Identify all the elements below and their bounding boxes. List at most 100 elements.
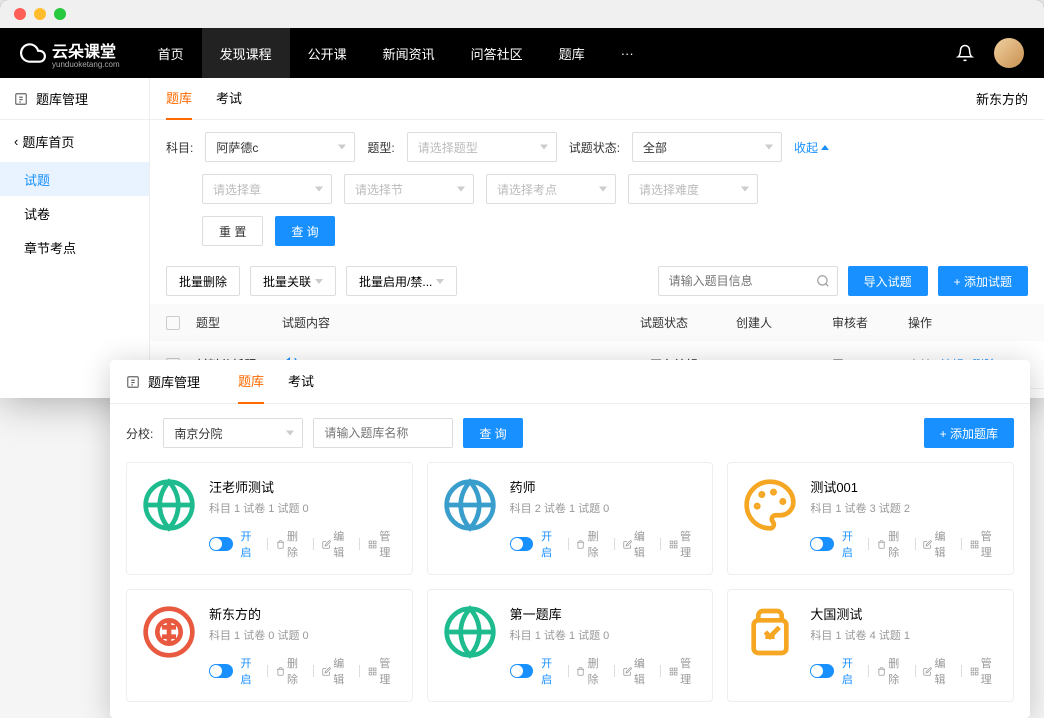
type-label: 题型: (367, 139, 394, 156)
toggle-label: 开启 (541, 655, 559, 687)
enable-toggle[interactable] (810, 664, 834, 678)
card-delete-link[interactable]: 删除 (877, 655, 906, 687)
section-select[interactable]: 请选择节 (344, 174, 474, 204)
type-select[interactable]: 请选择题型 (407, 132, 557, 162)
close-dot[interactable] (14, 8, 26, 20)
divider (614, 665, 615, 677)
card-icon (141, 604, 197, 660)
nav-qa[interactable]: 问答社区 (453, 28, 541, 78)
card-title: 第一题库 (510, 604, 699, 623)
bell-icon[interactable] (956, 44, 974, 62)
card-edit-link[interactable]: 编辑 (623, 528, 652, 560)
card-icon (742, 604, 798, 660)
card-manage-link[interactable]: 管理 (368, 528, 397, 560)
divider (660, 665, 661, 677)
card-edit-link[interactable]: 编辑 (923, 655, 952, 687)
chapter-select[interactable]: 请选择章 (202, 174, 332, 204)
card-edit-link[interactable]: 编辑 (322, 528, 351, 560)
divider (915, 538, 916, 550)
minimize-dot[interactable] (34, 8, 46, 20)
bank-search-input[interactable] (313, 418, 453, 448)
card-title: 药师 (510, 477, 699, 496)
chevron-down-icon (599, 187, 607, 192)
select-all-checkbox[interactable] (166, 316, 180, 330)
branch-select[interactable]: 南京分院 (163, 418, 303, 448)
chevron-down-icon (457, 187, 465, 192)
divider (660, 538, 661, 550)
divider (614, 538, 615, 550)
divider (313, 538, 314, 550)
chevron-down-icon (286, 431, 294, 436)
card-manage-link[interactable]: 管理 (368, 655, 397, 687)
tab-bank[interactable]: 题库 (166, 78, 192, 120)
point-select[interactable]: 请选择考点 (486, 174, 616, 204)
sidebar-item-questions[interactable]: 试题 (0, 162, 149, 196)
nav-question-bank[interactable]: 题库 (541, 28, 603, 78)
card-edit-link[interactable]: 编辑 (923, 528, 952, 560)
nav-more[interactable]: ··· (603, 28, 652, 78)
header-status: 试题状态 (640, 314, 720, 331)
toggle-label: 开启 (241, 655, 259, 687)
toggle-label: 开启 (541, 528, 559, 560)
nav-home[interactable]: 首页 (140, 28, 202, 78)
second-tab-exam[interactable]: 考试 (288, 360, 314, 404)
sidebar-item-papers[interactable]: 试卷 (0, 196, 149, 230)
difficulty-select[interactable]: 请选择难度 (628, 174, 758, 204)
reset-button[interactable]: 重 置 (202, 216, 263, 246)
batch-relate-button[interactable]: 批量关联 (250, 266, 336, 296)
header-creator: 创建人 (736, 314, 816, 331)
nav-discover[interactable]: 发现课程 (202, 28, 290, 78)
enable-toggle[interactable] (209, 664, 233, 678)
enable-toggle[interactable] (810, 537, 834, 551)
maximize-dot[interactable] (54, 8, 66, 20)
card-delete-link[interactable]: 删除 (576, 528, 605, 560)
cloud-icon (20, 40, 46, 66)
enable-toggle[interactable] (510, 664, 534, 678)
avatar[interactable] (994, 38, 1024, 68)
bank-card: 大国测试 科目 1 试卷 4 试题 1 开启 删除 编辑 管理 (727, 589, 1014, 702)
nav-news[interactable]: 新闻资讯 (365, 28, 453, 78)
card-delete-link[interactable]: 删除 (276, 528, 305, 560)
card-edit-link[interactable]: 编辑 (623, 655, 652, 687)
add-bank-button[interactable]: + 添加题库 (924, 418, 1014, 448)
enable-toggle[interactable] (209, 537, 233, 551)
tab-exam[interactable]: 考试 (216, 78, 242, 120)
card-delete-link[interactable]: 删除 (877, 528, 906, 560)
toggle-label: 开启 (842, 655, 860, 687)
second-tab-bank[interactable]: 题库 (238, 360, 264, 404)
query-button[interactable]: 查 询 (275, 216, 334, 246)
divider (568, 665, 569, 677)
search-icon (816, 274, 830, 288)
card-title: 大国测试 (810, 604, 999, 623)
enable-toggle[interactable] (510, 537, 534, 551)
add-question-button[interactable]: + 添加试题 (938, 266, 1028, 296)
batch-delete-button[interactable]: 批量删除 (166, 266, 240, 296)
bank-card: 新东方的 科目 1 试卷 0 试题 0 开启 删除 编辑 管理 (126, 589, 413, 702)
subject-select[interactable]: 阿萨德c (205, 132, 355, 162)
card-manage-link[interactable]: 管理 (970, 528, 999, 560)
nav-open-course[interactable]: 公开课 (290, 28, 365, 78)
card-meta: 科目 1 试卷 0 试题 0 (209, 627, 398, 643)
top-nav: 云朵课堂 yunduoketang.com 首页 发现课程 公开课 新闻资讯 问… (0, 28, 1044, 78)
card-edit-link[interactable]: 编辑 (322, 655, 351, 687)
sidebar-item-chapters[interactable]: 章节考点 (0, 230, 149, 264)
chevron-down-icon (315, 279, 323, 284)
back-link[interactable]: ‹ 题库首页 (0, 120, 149, 162)
batch-toggle-button[interactable]: 批量启用/禁... (346, 266, 457, 296)
search-input[interactable] (658, 266, 838, 296)
card-manage-link[interactable]: 管理 (669, 528, 698, 560)
import-button[interactable]: 导入试题 (848, 266, 928, 296)
logo[interactable]: 云朵课堂 yunduoketang.com (20, 38, 120, 69)
chevron-down-icon (765, 145, 773, 150)
status-select[interactable]: 全部 (632, 132, 782, 162)
card-meta: 科目 1 试卷 3 试题 2 (810, 500, 999, 516)
chevron-left-icon: ‹ (14, 134, 18, 149)
card-manage-link[interactable]: 管理 (669, 655, 698, 687)
card-manage-link[interactable]: 管理 (970, 655, 999, 687)
bank-card: 测试001 科目 1 试卷 3 试题 2 开启 删除 编辑 管理 (727, 462, 1014, 575)
second-query-button[interactable]: 查 询 (463, 418, 522, 448)
collapse-link[interactable]: 收起 (794, 139, 829, 156)
card-delete-link[interactable]: 删除 (276, 655, 305, 687)
card-icon (742, 477, 798, 533)
card-delete-link[interactable]: 删除 (576, 655, 605, 687)
